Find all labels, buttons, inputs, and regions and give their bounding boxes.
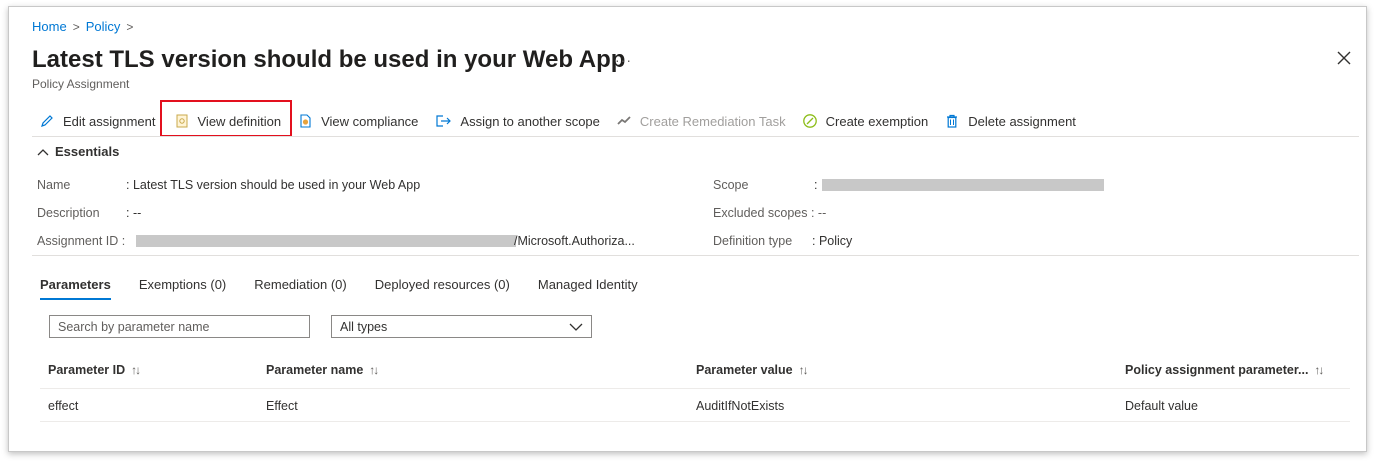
view-compliance-button[interactable]: View compliance [297, 108, 426, 134]
type-filter-value: All types [340, 319, 388, 334]
view-compliance-label: View compliance [321, 113, 419, 129]
sort-icon[interactable]: ↑↓ [1314, 363, 1324, 377]
edit-assignment-label: Edit assignment [63, 113, 156, 129]
assignment-id-label: Assignment ID : [37, 234, 126, 248]
sort-icon[interactable]: ↑↓ [799, 363, 809, 377]
close-icon[interactable] [1336, 50, 1352, 66]
column-header-assignment-parameter[interactable]: Policy assignment parameter... ↑↓ [1125, 363, 1324, 377]
tab-deployed-resources[interactable]: Deployed resources (0) [375, 277, 510, 300]
page-subtitle: Policy Assignment [32, 77, 130, 91]
delete-assignment-label: Delete assignment [968, 113, 1076, 129]
create-exemption-button[interactable]: Create exemption [802, 108, 937, 134]
description-value: : -- [126, 206, 142, 220]
essentials-toggle[interactable]: Essentials [37, 144, 119, 159]
edit-assignment-button[interactable]: Edit assignment [39, 108, 164, 134]
arrow-out-icon [436, 115, 452, 127]
column-header-label: Parameter ID [48, 363, 126, 377]
search-input[interactable] [49, 315, 310, 338]
scope-label: Scope [713, 178, 749, 192]
column-header-label: Parameter name [266, 363, 364, 377]
type-filter-dropdown[interactable]: All types [331, 315, 592, 338]
chevron-up-icon [37, 148, 49, 155]
compliance-icon [300, 114, 311, 128]
create-remediation-label: Create Remediation Task [639, 113, 786, 129]
chevron-right-icon: > [72, 19, 80, 34]
highlight-box [160, 100, 292, 137]
cell-parameter-value: AuditIfNotExists [696, 399, 785, 413]
trash-icon [947, 114, 958, 128]
tab-exemptions[interactable]: Exemptions (0) [139, 277, 226, 300]
column-header-label: Parameter value [696, 363, 793, 377]
create-exemption-label: Create exemption [825, 113, 929, 129]
column-header-parameter-name[interactable]: Parameter name ↑↓ [266, 363, 379, 377]
assign-scope-label: Assign to another scope [460, 113, 600, 129]
name-value: : Latest TLS version should be used in y… [126, 178, 421, 192]
remediation-icon [617, 116, 631, 125]
tab-managed-identity[interactable]: Managed Identity [538, 277, 638, 300]
assign-scope-button[interactable]: Assign to another scope [434, 108, 607, 134]
sort-icon[interactable]: ↑↓ [131, 363, 141, 377]
essentials-heading: Essentials [55, 144, 120, 159]
name-label: Name [37, 178, 71, 192]
chevron-right-icon: > [126, 19, 134, 34]
page-title: Latest TLS version should be used in you… [32, 46, 626, 73]
tab-bar: Parameters Exemptions (0) Remediation (0… [40, 277, 666, 300]
definition-type-value: : Policy [812, 234, 853, 248]
scope-separator: : [814, 178, 818, 192]
divider [32, 136, 1359, 137]
delete-assignment-button[interactable]: Delete assignment [944, 108, 1084, 134]
column-header-label: Policy assignment parameter... [1125, 363, 1309, 377]
breadcrumb-policy[interactable]: Policy [86, 19, 121, 34]
policy-assignment-panel: Home > Policy > Latest TLS version shoul… [8, 6, 1367, 452]
exemption-icon [802, 114, 817, 128]
cell-assignment-parameter: Default value [1125, 399, 1198, 413]
tab-parameters[interactable]: Parameters [40, 277, 111, 300]
description-label: Description [37, 206, 100, 220]
pencil-icon [41, 115, 53, 127]
divider [32, 255, 1359, 256]
divider [40, 421, 1350, 422]
redacted-block [136, 235, 516, 247]
divider [40, 388, 1350, 389]
chevron-down-icon [569, 323, 583, 331]
more-options-icon[interactable]: ··· [615, 52, 632, 68]
tab-remediation[interactable]: Remediation (0) [254, 277, 347, 300]
sort-icon[interactable]: ↑↓ [369, 363, 379, 377]
excluded-scopes-label: Excluded scopes : -- [713, 206, 827, 220]
breadcrumb-home[interactable]: Home [32, 19, 67, 34]
cell-parameter-name: Effect [266, 399, 298, 413]
column-header-parameter-id[interactable]: Parameter ID ↑↓ [48, 363, 141, 377]
definition-type-label: Definition type [713, 234, 793, 248]
cell-parameter-id: effect [48, 399, 79, 413]
create-remediation-button[interactable]: Create Remediation Task [616, 108, 794, 134]
assignment-id-value: /Microsoft.Authoriza... [514, 234, 635, 248]
redacted-block [822, 179, 1104, 191]
column-header-parameter-value[interactable]: Parameter value ↑↓ [696, 363, 809, 377]
breadcrumb: Home > Policy > [32, 19, 133, 34]
